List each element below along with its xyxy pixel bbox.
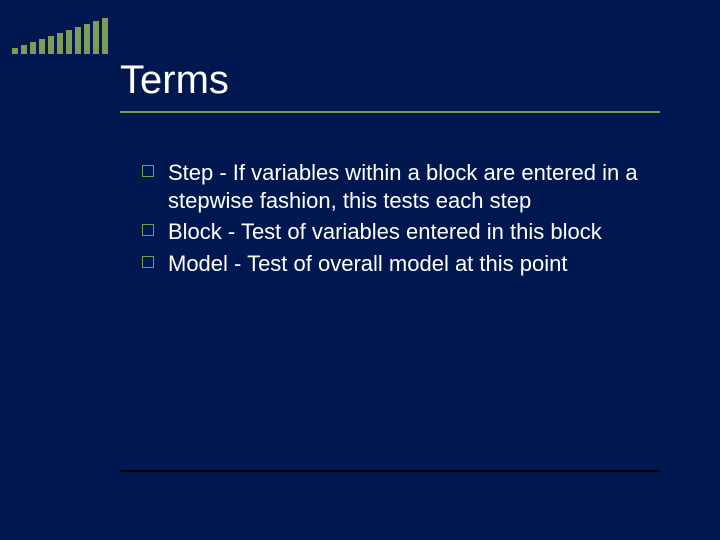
bullet-list: Step - If variables within a block are e…	[120, 159, 660, 277]
title-underline	[120, 111, 660, 113]
slide-content: Terms Step - If variables within a block…	[120, 58, 660, 281]
corner-bars-decoration	[12, 18, 108, 54]
list-item: Block - Test of variables entered in thi…	[142, 218, 660, 246]
footer-rule	[120, 470, 660, 472]
list-item: Model - Test of overall model at this po…	[142, 250, 660, 278]
slide-title: Terms	[120, 58, 660, 103]
list-item: Step - If variables within a block are e…	[142, 159, 660, 214]
